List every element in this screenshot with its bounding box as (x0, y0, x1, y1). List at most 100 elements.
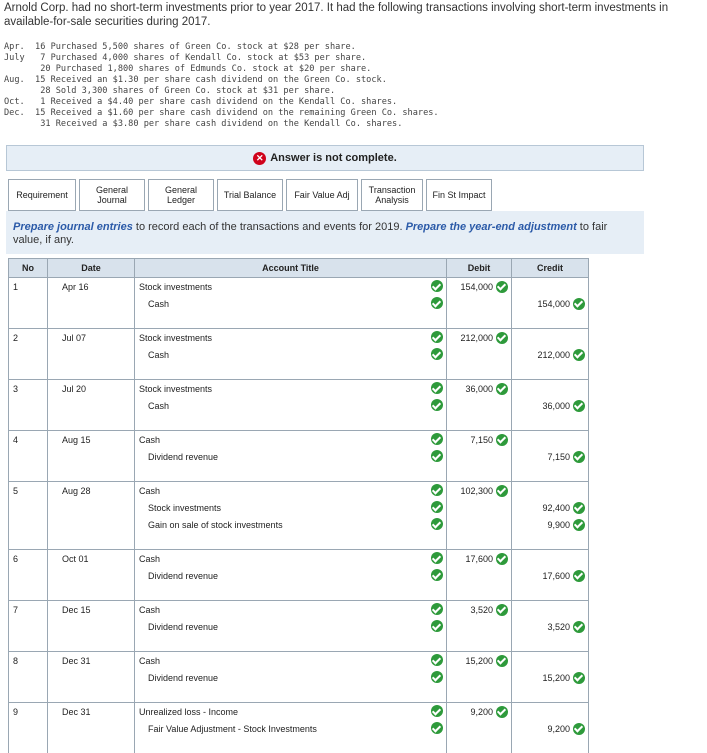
account-title[interactable]: Dividend revenue (148, 571, 218, 581)
account-title[interactable]: Stock investments (139, 282, 212, 292)
credit-amount[interactable]: 7,150 (547, 452, 570, 462)
account-title[interactable]: Cash (139, 486, 160, 496)
entry-date-cell: Aug 28 (48, 482, 135, 550)
debit-amount[interactable]: 212,000 (460, 333, 493, 343)
journal-entry-row: 9 Dec 31 Unrealized loss - Income Fair Valu… (9, 703, 589, 753)
tab-fair-value-adj[interactable]: Fair Value Adj (286, 179, 358, 211)
journal-entry-row: 3 Jul 20 Stock investments Cash 36,000 36,000 (9, 380, 589, 431)
tab-trial-balance[interactable]: Trial Balance (217, 179, 283, 211)
check-circle-icon (431, 603, 443, 615)
tab-requirement[interactable]: Requirement (8, 179, 76, 211)
instruction-emphasis-2: Prepare the year-end adjustment (406, 221, 577, 233)
account-title[interactable]: Cash (139, 435, 160, 445)
journal-entry-row: 6 Oct 01 Cash Dividend revenue 17,600 17,600 (9, 550, 589, 601)
account-title[interactable]: Dividend revenue (148, 452, 218, 462)
debit-amount[interactable]: 36,000 (465, 384, 493, 394)
entry-date[interactable]: Aug 15 (62, 435, 91, 445)
entry-account-cell: Stock investments Cash (135, 278, 447, 329)
account-title[interactable]: Cash (139, 605, 160, 615)
credit-amount[interactable]: 154,000 (537, 299, 570, 309)
entry-debit-cell: 212,000 (447, 329, 512, 380)
debit-amount[interactable]: 3,520 (470, 605, 493, 615)
account-title[interactable]: Stock investments (139, 384, 212, 394)
entry-credit-cell: 3,520 (512, 601, 589, 652)
entry-number-cell: 7 (9, 601, 48, 652)
account-title[interactable]: Dividend revenue (148, 673, 218, 683)
col-header-credit: Credit (512, 259, 589, 278)
journal-entry-row: 5 Aug 28 Cash Stock investments Gain on sale… (9, 482, 589, 550)
credit-amount[interactable]: 17,600 (542, 571, 570, 581)
tab-fin-st-impact[interactable]: Fin St Impact (426, 179, 492, 211)
instruction-text: Prepare journal entries to record each o… (13, 221, 638, 247)
col-header-no: No (9, 259, 48, 278)
credit-amount[interactable]: 15,200 (542, 673, 570, 683)
check-circle-icon (431, 331, 443, 343)
entry-date-cell: Jul 20 (48, 380, 135, 431)
x-circle-icon: ✕ (253, 152, 266, 165)
entry-date[interactable]: Jul 07 (62, 333, 86, 343)
debit-amount[interactable]: 154,000 (460, 282, 493, 292)
check-circle-icon (496, 655, 508, 667)
check-circle-icon (496, 281, 508, 293)
account-title[interactable]: Stock investments (148, 503, 221, 513)
credit-amount[interactable]: 92,400 (542, 503, 570, 513)
check-circle-icon (431, 518, 443, 530)
check-circle-icon (496, 332, 508, 344)
entry-date[interactable]: Apr 16 (62, 282, 89, 292)
entry-date[interactable]: Dec 15 (62, 605, 91, 615)
entry-date-cell: Apr 16 (48, 278, 135, 329)
entry-debit-cell: 9,200 (447, 703, 512, 753)
debit-amount[interactable]: 9,200 (470, 707, 493, 717)
credit-amount[interactable]: 212,000 (537, 350, 570, 360)
account-title[interactable]: Unrealized loss - Income (139, 707, 238, 717)
entry-number-cell: 1 (9, 278, 48, 329)
credit-amount[interactable]: 36,000 (542, 401, 570, 411)
instruction-emphasis-1: Prepare journal entries (13, 221, 133, 233)
entry-account-cell: Cash Dividend revenue (135, 431, 447, 482)
credit-amount[interactable]: 3,520 (547, 622, 570, 632)
entry-number: 4 (13, 435, 18, 445)
account-title[interactable]: Stock investments (139, 333, 212, 343)
account-title[interactable]: Cash (139, 554, 160, 564)
entry-number-cell: 3 (9, 380, 48, 431)
debit-amount[interactable]: 102,300 (460, 486, 493, 496)
credit-amount[interactable]: 9,200 (547, 724, 570, 734)
account-title[interactable]: Cash (139, 656, 160, 666)
entry-date[interactable]: Aug 28 (62, 486, 91, 496)
debit-amount[interactable]: 17,600 (465, 554, 493, 564)
account-title[interactable]: Dividend revenue (148, 622, 218, 632)
check-circle-icon (573, 349, 585, 361)
entry-number-cell: 6 (9, 550, 48, 601)
entry-number-cell: 4 (9, 431, 48, 482)
check-circle-icon (431, 705, 443, 717)
account-title[interactable]: Cash (148, 299, 169, 309)
entry-number-cell: 9 (9, 703, 48, 753)
entry-credit-cell: 9,200 (512, 703, 589, 753)
account-title[interactable]: Cash (148, 401, 169, 411)
entry-debit-cell: 17,600 (447, 550, 512, 601)
entry-credit-cell: 15,200 (512, 652, 589, 703)
check-circle-icon (431, 671, 443, 683)
entry-number: 1 (13, 282, 18, 292)
entry-date[interactable]: Dec 31 (62, 707, 91, 717)
account-title[interactable]: Fair Value Adjustment - Stock Investment… (148, 724, 317, 734)
entry-date[interactable]: Dec 31 (62, 656, 91, 666)
entry-date[interactable]: Jul 20 (62, 384, 86, 394)
entry-number-cell: 5 (9, 482, 48, 550)
credit-amount[interactable]: 9,900 (547, 520, 570, 530)
entry-credit-cell: 212,000 (512, 329, 589, 380)
account-title[interactable]: Cash (148, 350, 169, 360)
tab-transaction-analysis[interactable]: Transaction Analysis (361, 179, 423, 211)
check-circle-icon (573, 502, 585, 514)
debit-amount[interactable]: 15,200 (465, 656, 493, 666)
entry-date-cell: Dec 15 (48, 601, 135, 652)
entry-credit-cell: 17,600 (512, 550, 589, 601)
check-circle-icon (496, 553, 508, 565)
tab-general-journal[interactable]: General Journal (79, 179, 145, 211)
debit-amount[interactable]: 7,150 (470, 435, 493, 445)
account-title[interactable]: Gain on sale of stock investments (148, 520, 283, 530)
entry-date[interactable]: Oct 01 (62, 554, 89, 564)
entry-debit-cell: 15,200 (447, 652, 512, 703)
check-circle-icon (573, 723, 585, 735)
tab-general-ledger[interactable]: General Ledger (148, 179, 214, 211)
